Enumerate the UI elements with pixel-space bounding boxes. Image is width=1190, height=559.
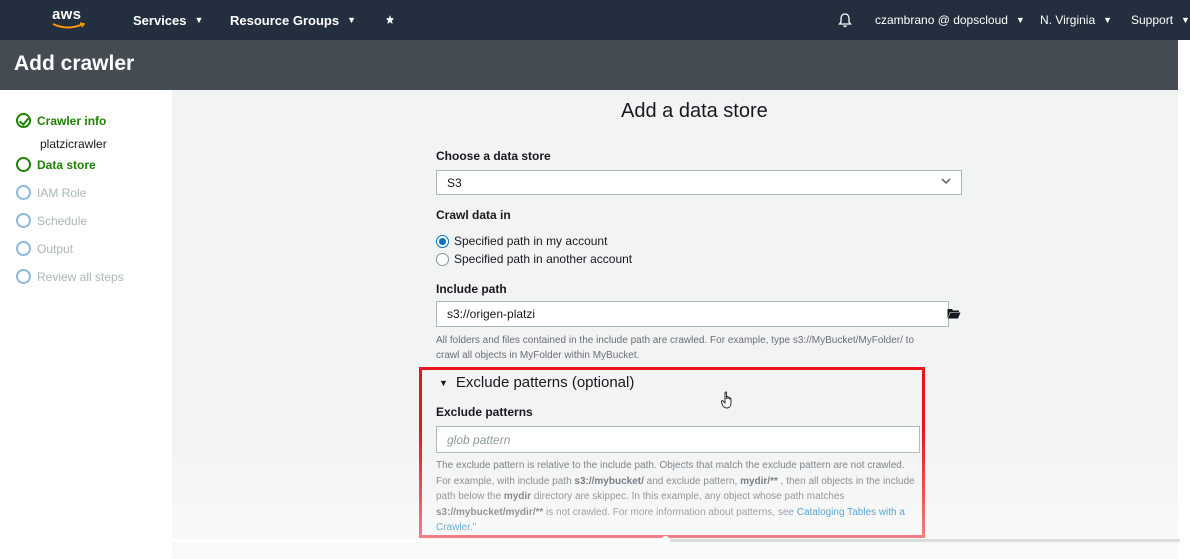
- exclude-pattern-input[interactable]: glob pattern: [436, 426, 920, 453]
- resource-groups-menu[interactable]: Resource Groups ▼: [230, 0, 356, 40]
- page-title: Add crawler: [14, 52, 135, 75]
- exclude-patterns-toggle[interactable]: ▼ Exclude patterns (optional): [439, 374, 634, 391]
- step-circle-icon: [16, 241, 31, 256]
- step-label: Schedule: [37, 213, 88, 228]
- include-path-label: Include path: [436, 282, 507, 296]
- account-label: czambrano @ dopscloud: [875, 13, 1008, 27]
- step-label: Output: [37, 241, 74, 256]
- step-label: Review all steps: [37, 269, 124, 284]
- exclude-section-title: Exclude patterns (optional): [455, 374, 635, 391]
- step-review: Review all steps: [16, 269, 124, 284]
- step-schedule: Schedule: [16, 213, 87, 228]
- data-store-value: S3: [447, 175, 462, 190]
- notification-bell-icon[interactable]: [838, 0, 852, 40]
- step-label: Data store: [37, 157, 96, 172]
- chevron-down-icon: ▼: [194, 15, 204, 25]
- account-menu[interactable]: czambrano @ dopscloud ▼: [875, 0, 1025, 40]
- radio-my-account[interactable]: Specified path in my account: [436, 234, 607, 248]
- radio-label: Specified path in my account: [454, 234, 608, 248]
- aws-smile-icon: [52, 22, 86, 29]
- step-iam-role: IAM Role: [16, 185, 86, 200]
- right-edge: [1178, 40, 1190, 559]
- page-header: Add crawler: [0, 40, 1178, 90]
- section-title: Add a data store: [621, 100, 768, 122]
- include-path-value: s3://origen-platzi: [447, 307, 536, 321]
- support-menu[interactable]: Support ▼: [1131, 0, 1190, 40]
- services-label: Services: [133, 12, 187, 28]
- exclude-patterns-label: Exclude patterns: [436, 405, 533, 419]
- checkmark-circle-icon: [16, 113, 31, 128]
- step-circle-icon: [16, 213, 31, 228]
- aws-logo[interactable]: aws: [50, 6, 90, 34]
- aws-logo-text: aws: [52, 6, 82, 23]
- main-content: Add a data store Choose a data store S3 …: [172, 90, 1178, 559]
- pin-icon[interactable]: [384, 0, 396, 40]
- caret-down-icon: ▼: [439, 377, 448, 388]
- region-menu[interactable]: N. Virginia ▼: [1040, 0, 1112, 40]
- top-navigation-bar: aws Services ▼ Resource Groups ▼ czambra…: [0, 0, 1190, 40]
- exclude-pattern-help: The exclude pattern is relative to the i…: [436, 460, 915, 533]
- step-label: IAM Role: [37, 185, 87, 200]
- step-circle-icon: [16, 157, 31, 172]
- include-path-help-line-1: All folders and files contained in the i…: [436, 335, 915, 346]
- radio-label: Specified path in another account: [454, 252, 633, 266]
- chevron-down-icon: [941, 175, 951, 189]
- chevron-down-icon: ▼: [347, 15, 357, 25]
- step-circle-icon: [16, 185, 31, 200]
- region-label: N. Virginia: [1040, 13, 1096, 27]
- folder-open-icon[interactable]: [947, 308, 961, 319]
- video-progress-bar[interactable]: [10, 536, 1180, 545]
- include-path-input[interactable]: s3://origen-platzi: [436, 301, 949, 327]
- step-output: Output: [16, 241, 73, 256]
- choose-data-store-label: Choose a data store: [436, 149, 551, 163]
- radio-button[interactable]: [436, 252, 449, 266]
- radio-button[interactable]: [436, 234, 449, 248]
- hand-pointer-icon: [721, 391, 732, 409]
- resource-groups-label: Resource Groups: [230, 12, 340, 28]
- services-menu[interactable]: Services ▼: [133, 0, 203, 40]
- crawler-name: platzicrawler: [40, 137, 107, 151]
- step-data-store[interactable]: Data store: [16, 157, 96, 172]
- chevron-down-icon: ▼: [1015, 15, 1025, 25]
- crawl-data-in-label: Crawl data in: [436, 208, 511, 222]
- chevron-down-icon: ▼: [1181, 15, 1190, 25]
- step-crawler-info[interactable]: Crawler info: [16, 113, 106, 128]
- exclude-pattern-placeholder: glob pattern: [447, 432, 511, 447]
- chevron-down-icon: ▼: [1103, 15, 1113, 25]
- wizard-steps-sidebar: Crawler info platzicrawler Data store IA…: [0, 90, 172, 559]
- support-label: Support: [1131, 13, 1174, 27]
- video-progress-fill: [10, 539, 666, 542]
- include-path-help-line-2: crawl all objects in MyFolder within MyB…: [436, 350, 640, 361]
- step-label: Crawler info: [37, 113, 107, 128]
- radio-another-account[interactable]: Specified path in another account: [436, 252, 632, 266]
- data-store-select[interactable]: S3: [436, 170, 962, 195]
- step-circle-icon: [16, 269, 31, 284]
